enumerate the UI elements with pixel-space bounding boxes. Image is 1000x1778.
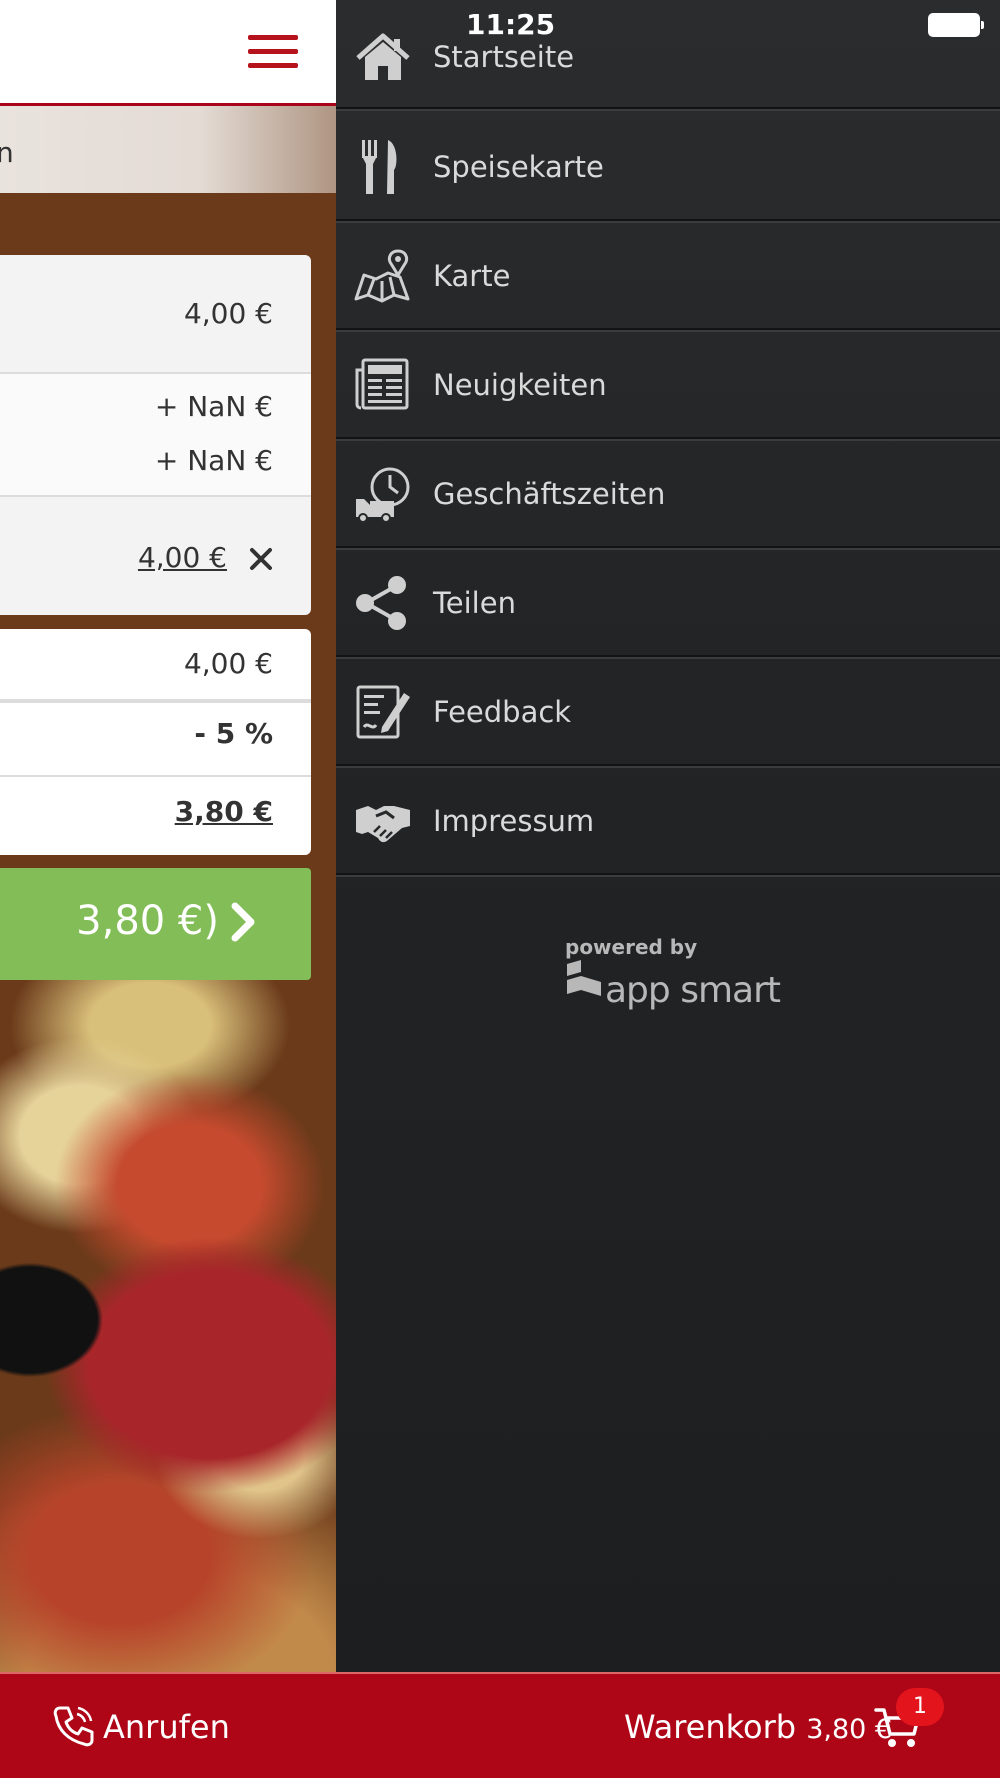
bottom-action-bar: Anrufen Warenkorb 3,80 € 1: [0, 1672, 1000, 1778]
cart-button[interactable]: Warenkorb 3,80 € 1: [620, 1688, 960, 1760]
menu-item-label: Speisekarte: [433, 150, 604, 184]
call-label: Anrufen: [103, 1708, 230, 1746]
menu-item-label: Impressum: [433, 804, 595, 838]
menu-item-speisekarte[interactable]: Speisekarte: [336, 112, 1000, 221]
appsmart-brand-text: app smart: [605, 970, 781, 1011]
divider: [0, 699, 311, 703]
share-icon: [356, 576, 406, 630]
app-header: [0, 0, 336, 106]
handshake-icon: [356, 806, 410, 843]
main-page: n 4,00 € + NaN € + NaN € 4,00 € 4,00 € -…: [0, 0, 336, 1672]
delivery-clock-icon: [356, 467, 410, 523]
menu-item-geschaeftszeiten[interactable]: Geschäftszeiten: [336, 439, 1000, 548]
feedback-icon: [356, 685, 410, 739]
menu-item-startseite[interactable]: Startseite: [336, 0, 1000, 109]
menu-item-label: Startseite: [433, 40, 575, 74]
menu-item-label: Feedback: [433, 695, 572, 729]
order-summary-card: 4,00 € - 5 % 3,80 €: [0, 629, 311, 855]
menu-item-label: Geschäftszeiten: [433, 477, 666, 511]
appsmart-logo-mark: [567, 960, 601, 996]
menu-item-label: Teilen: [433, 586, 516, 620]
hamburger-menu-icon[interactable]: [248, 33, 298, 69]
selected-price[interactable]: 4,00 €: [138, 541, 227, 574]
product-card: 4,00 € + NaN € + NaN € 4,00 €: [0, 255, 311, 615]
call-button[interactable]: Anrufen: [52, 1698, 252, 1754]
divider: [0, 775, 311, 777]
total-value: 3,80 €: [174, 795, 273, 828]
menu-item-neuigkeiten[interactable]: Neuigkeiten: [336, 330, 1000, 439]
map-icon: [354, 249, 410, 303]
menu-item-karte[interactable]: Karte: [336, 221, 1000, 330]
cutlery-icon: [362, 140, 397, 194]
powered-by-text: powered by: [565, 935, 698, 959]
extra-price: + NaN €: [154, 390, 273, 423]
subtotal-value: 4,00 €: [183, 647, 273, 680]
category-banner: n: [0, 106, 336, 193]
cart-label: Warenkorb 3,80 €: [624, 1708, 892, 1746]
menu-item-label: Karte: [433, 259, 511, 293]
item-price: 4,00 €: [183, 297, 273, 330]
extras-list: + NaN € + NaN €: [0, 374, 311, 495]
banner-title: n: [0, 136, 14, 169]
menu-item-impressum[interactable]: Impressum: [336, 766, 1000, 875]
phone-icon: [53, 1706, 94, 1747]
menu-item-feedback[interactable]: Feedback: [336, 657, 1000, 766]
home-icon: [356, 33, 410, 80]
extra-price: + NaN €: [154, 444, 273, 477]
navigation-drawer: 11:25 Startseite Speisekarte Karte Neuig…: [336, 0, 1000, 1672]
discount-value: - 5 %: [194, 717, 273, 750]
appsmart-logo: app smart: [565, 960, 785, 1020]
checkout-label: 3,80 €): [76, 898, 219, 944]
divider: [0, 495, 311, 497]
news-icon: [355, 358, 409, 410]
menu-item-label: Neuigkeiten: [433, 368, 607, 402]
close-icon[interactable]: [249, 547, 273, 571]
cart-count-badge: 1: [896, 1688, 944, 1726]
checkout-button[interactable]: 3,80 €): [0, 868, 311, 980]
cart-label-text: Warenkorb: [624, 1708, 797, 1746]
menu-item-teilen[interactable]: Teilen: [336, 548, 1000, 657]
chevron-right-icon: [231, 902, 255, 942]
